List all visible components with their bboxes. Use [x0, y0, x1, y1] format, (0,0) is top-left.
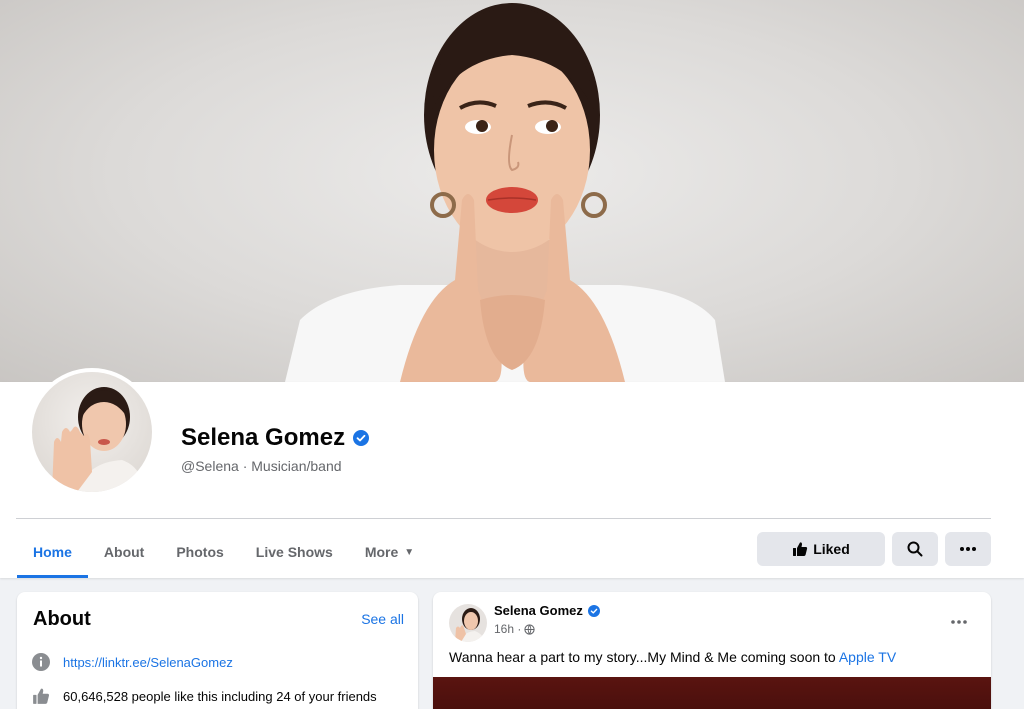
caret-down-icon: ▼	[404, 546, 415, 558]
search-icon	[907, 541, 923, 557]
cover-photo[interactable]	[0, 0, 1024, 382]
thumbs-up-icon	[793, 542, 808, 556]
post-author-avatar[interactable]	[449, 604, 487, 642]
post-media[interactable]	[433, 677, 991, 709]
info-icon	[31, 652, 51, 672]
liked-button-label: Liked	[813, 541, 850, 557]
tab-about[interactable]: About	[88, 526, 160, 578]
ellipsis-icon	[951, 620, 967, 624]
profile-avatar[interactable]	[28, 368, 156, 496]
like-count-thumb-icon	[31, 686, 51, 706]
post-options-button[interactable]	[947, 612, 971, 632]
tab-about-label: About	[103, 544, 145, 560]
ellipsis-icon	[960, 547, 976, 551]
page-handle-category: @Selena · Musician/band	[181, 458, 342, 474]
cover-photo-illustration	[285, 3, 725, 382]
post-timestamp[interactable]: 16h ·	[494, 622, 521, 636]
about-website-row: https://linktr.ee/SelenaGomez	[31, 652, 233, 672]
post-card: Selena Gomez 16h · Wanna hear a part to …	[433, 592, 991, 709]
tab-photos[interactable]: Photos	[160, 526, 239, 578]
post-body-text: Wanna hear a part to my story...My Mind …	[449, 649, 839, 665]
see-all-link[interactable]: See all	[361, 611, 404, 627]
about-title: About	[33, 608, 91, 630]
profile-tabs: Home About Photos Live Shows More ▼	[17, 526, 430, 578]
liked-button[interactable]: Liked	[757, 532, 885, 566]
tab-live-shows[interactable]: Live Shows	[240, 526, 349, 578]
tab-live-shows-label: Live Shows	[255, 544, 333, 560]
website-link[interactable]: https://linktr.ee/SelenaGomez	[63, 655, 233, 670]
globe-icon	[524, 623, 535, 635]
apple-tv-link[interactable]: Apple TV	[839, 649, 896, 665]
post-author-name[interactable]: Selena Gomez	[494, 603, 583, 618]
search-button[interactable]	[892, 532, 938, 566]
tab-more[interactable]: More ▼	[349, 526, 430, 578]
tab-more-label: More	[364, 544, 399, 560]
more-options-button[interactable]	[945, 532, 991, 566]
post-text: Wanna hear a part to my story...My Mind …	[449, 649, 896, 665]
verified-badge-icon	[587, 604, 600, 617]
tab-home-label: Home	[33, 544, 72, 560]
page-title: Selena Gomez	[181, 424, 346, 451]
likes-count-text: 60,646,528 people like this including 24…	[63, 688, 377, 704]
verified-badge-icon	[353, 430, 370, 446]
tab-photos-label: Photos	[176, 544, 224, 560]
about-likes-row: 60,646,528 people like this including 24…	[31, 686, 377, 706]
avatar-illustration	[52, 387, 144, 492]
header-divider	[16, 518, 991, 519]
tab-home[interactable]: Home	[17, 526, 88, 578]
